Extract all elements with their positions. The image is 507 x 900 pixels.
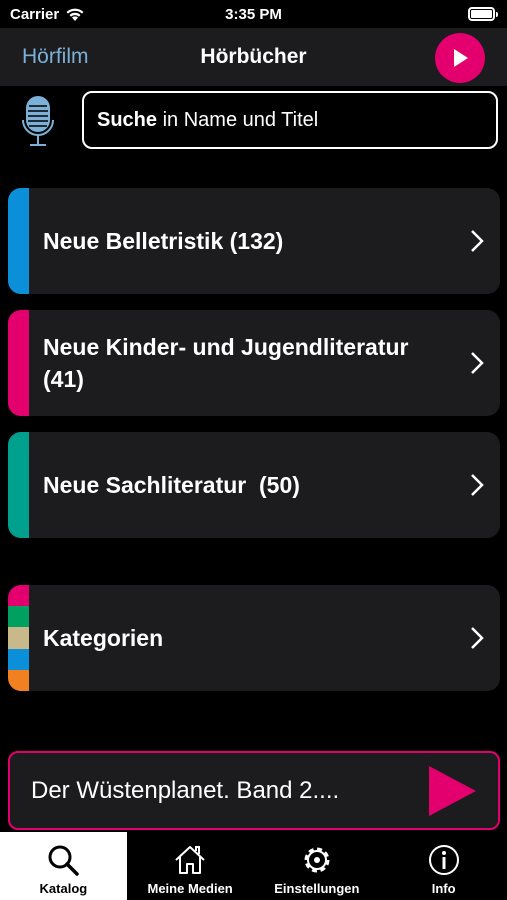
multicolor-bar [8,585,29,691]
search-icon [48,845,80,876]
category-row-belletristik[interactable]: Neue Belletristik (132) [8,188,500,294]
tab-meine-medien[interactable]: Meine Medien [127,832,254,900]
color-bar [8,432,29,538]
row-label: Kategorien [43,624,164,651]
play-button[interactable] [435,33,485,83]
gear-icon [304,847,330,873]
tab-label: Info [431,881,456,896]
tab-info[interactable]: Info [380,832,507,900]
tab-label: Meine Medien [147,881,233,896]
now-playing-bar[interactable]: Der Wüstenplanet. Band 2.... [8,751,500,830]
clock: 3:35 PM [225,6,282,23]
chevron-right-icon [471,627,484,649]
chevron-right-icon [471,474,484,496]
category-row-kinder-jugendliteratur[interactable]: Neue Kinder- und Jugendliteratur (41) [8,310,500,416]
microphone-icon [22,96,54,146]
info-icon [428,845,459,875]
row-label: Neue Kinder- und Jugendliteratur (41) [43,333,409,392]
chevron-right-icon [471,352,484,374]
tab-katalog[interactable]: Katalog [0,832,127,900]
color-bar [8,310,29,416]
search-placeholder-bold: Suche [97,108,158,131]
navigation-bar: Hörfilm Hörbücher [0,28,507,86]
row-label: Neue Sachliteratur (50) [43,471,300,498]
tab-label: Einstellungen [274,881,360,896]
category-row-kategorien[interactable]: Kategorien [8,585,500,691]
search-placeholder-rest: in Name und Titel [157,108,319,131]
tab-bar: Katalog Meine Medien Einstellungen Info [0,832,507,900]
home-icon [175,846,205,874]
color-bar [8,188,29,294]
now-playing-title: Der Wüstenplanet. Band 2.... [31,776,340,804]
tab-label: Katalog [39,881,88,896]
status-bar: Carrier 3:35 PM [0,0,507,30]
category-row-sachliteratur[interactable]: Neue Sachliteratur (50) [8,432,500,538]
play-icon[interactable] [426,764,478,818]
voice-search-button[interactable] [20,94,56,150]
chevron-right-icon [471,230,484,252]
page-title: Hörbücher [200,45,307,68]
battery-icon [468,7,498,21]
search-input[interactable]: Suche in Name und Titel [82,91,498,149]
row-label: Neue Belletristik (132) [43,227,284,254]
tab-einstellungen[interactable]: Einstellungen [254,832,381,900]
play-icon [454,49,468,67]
